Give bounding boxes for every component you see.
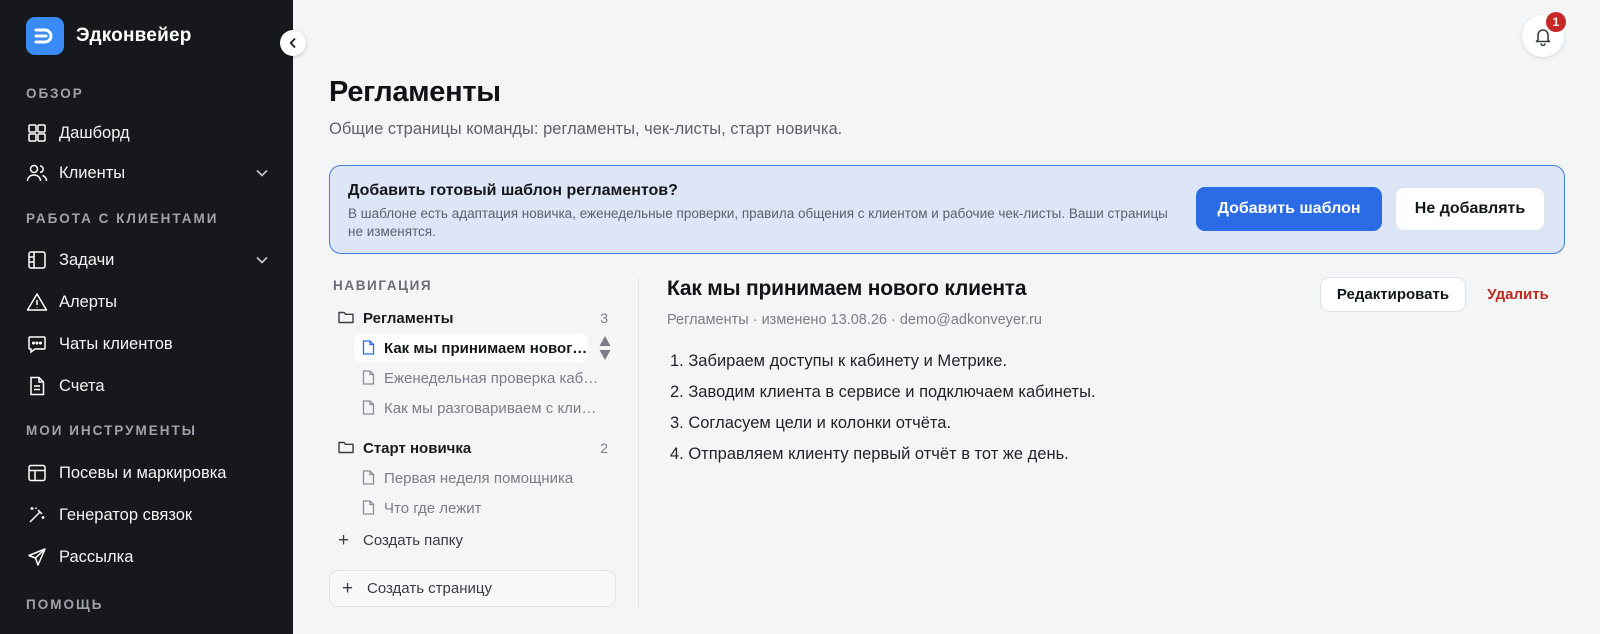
magic-wand-icon xyxy=(26,504,48,526)
sidebar-section-my-tools: МОИ ИНСТРУМЕНТЫ xyxy=(26,423,197,438)
document-icon xyxy=(362,370,376,386)
tree-page-label: Первая неделя помощника xyxy=(384,469,574,487)
alert-triangle-icon xyxy=(26,291,48,313)
document-icon xyxy=(362,340,376,356)
page-subtitle: Общие страницы команды: регламенты, чек-… xyxy=(329,120,843,138)
sidebar-section-help: ПОМОЩЬ xyxy=(26,597,104,612)
brand[interactable]: Эдконвейер xyxy=(26,17,192,55)
create-folder-label: Создать папку xyxy=(363,532,463,549)
brand-logo-icon xyxy=(26,17,64,55)
sidebar-item-label: Генератор связок xyxy=(59,505,193,524)
folder-name: Старт новичка xyxy=(363,439,472,457)
create-folder-button[interactable]: + Создать папку xyxy=(338,529,463,551)
chat-icon xyxy=(26,333,48,355)
chevron-down-icon xyxy=(254,165,270,181)
sidebar-item-alerts[interactable]: Алерты xyxy=(26,285,270,319)
tree-page-item[interactable]: Еженедельная проверка кабинетов xyxy=(354,364,604,392)
reorder-handle[interactable] xyxy=(598,335,612,361)
brand-name: Эдконвейер xyxy=(76,25,192,46)
users-icon xyxy=(26,162,48,184)
sidebar-item-label: Счета xyxy=(59,376,105,395)
folder-count: 3 xyxy=(600,310,608,326)
sidebar-item-mailing[interactable]: Рассылка xyxy=(26,540,270,574)
tree-page-item[interactable]: Что где лежит xyxy=(354,494,604,522)
create-page-label: Создать страницу xyxy=(367,580,492,597)
tree-page-item[interactable]: Как мы разговариваем с клиентом xyxy=(354,394,604,422)
banner-title: Добавить готовый шаблон регламентов? xyxy=(348,182,678,199)
delete-button[interactable]: Удалить xyxy=(1478,277,1558,312)
folder-reglaments[interactable]: Регламенты 3 xyxy=(338,305,608,331)
sidebar-item-label: Клиенты xyxy=(59,163,126,182)
sidebar: Эдконвейер ОБЗОР Дашборд Клиенты РАБОТА … xyxy=(0,0,293,634)
sidebar-item-client-chats[interactable]: Чаты клиентов xyxy=(26,327,270,361)
divider xyxy=(638,278,639,608)
sidebar-item-tasks[interactable]: Задачи xyxy=(26,243,270,277)
sidebar-item-label: Алерты xyxy=(59,292,118,311)
folder-name: Регламенты xyxy=(363,309,454,327)
template-banner: Добавить готовый шаблон регламентов? В ш… xyxy=(329,165,1565,254)
tree-page-label: Еженедельная проверка кабинетов xyxy=(384,369,604,387)
folder-count: 2 xyxy=(600,440,608,456)
dismiss-template-button[interactable]: Не добавлять xyxy=(1395,187,1545,231)
tree-page-label: Как мы принимаем нового клиента xyxy=(384,339,588,357)
page-title: Регламенты xyxy=(329,76,501,108)
layout-icon xyxy=(26,462,48,484)
document-icon xyxy=(362,470,376,486)
sidebar-item-clients[interactable]: Клиенты xyxy=(26,156,270,190)
list-item: 2. Заводим клиента в сервисе и подключае… xyxy=(670,383,1096,401)
document-title: Как мы принимаем нового клиента xyxy=(667,277,1027,300)
list-item: 1. Забираем доступы к кабинету и Метрике… xyxy=(670,352,1008,370)
tree-page-label: Что где лежит xyxy=(384,499,482,517)
chevron-left-icon xyxy=(289,37,296,49)
folder-newcomer-start[interactable]: Старт новичка 2 xyxy=(338,435,608,461)
sidebar-item-dashboard[interactable]: Дашборд xyxy=(26,116,270,150)
document-steps: 1. Забираем доступы к кабинету и Метрике… xyxy=(670,350,1096,474)
sidebar-section-client-work: РАБОТА С КЛИЕНТАМИ xyxy=(26,211,219,226)
send-icon xyxy=(26,546,48,568)
list-item: 4. Отправляем клиенту первый отчёт в тот… xyxy=(670,445,1069,463)
sidebar-item-label: Чаты клиентов xyxy=(59,334,173,353)
tree-page-item[interactable]: Первая неделя помощника xyxy=(354,464,604,492)
tree-page-item[interactable]: Как мы принимаем нового клиента xyxy=(354,334,588,362)
add-template-button[interactable]: Добавить шаблон xyxy=(1196,187,1382,231)
sidebar-item-seeding[interactable]: Посевы и маркировка xyxy=(26,456,270,490)
document-icon xyxy=(362,400,376,416)
plus-icon: + xyxy=(338,529,350,551)
notification-count-badge: 1 xyxy=(1546,12,1566,32)
sidebar-item-label: Рассылка xyxy=(59,547,134,566)
create-page-button[interactable]: + Создать страницу xyxy=(329,570,616,607)
document-meta: Регламенты · изменено 13.08.26 · demo@ad… xyxy=(667,312,1042,328)
sidebar-section-overview: ОБЗОР xyxy=(26,86,84,101)
plus-icon: + xyxy=(342,577,354,599)
edit-button[interactable]: Редактировать xyxy=(1320,277,1466,312)
tasks-icon xyxy=(26,249,48,271)
sidebar-collapse-button[interactable] xyxy=(280,30,306,56)
dashboard-icon xyxy=(26,122,48,144)
list-item: 3. Согласуем цели и колонки отчёта. xyxy=(670,414,952,432)
invoice-icon xyxy=(26,375,48,397)
banner-text: В шаблоне есть адаптация новичка, еженед… xyxy=(348,206,1168,239)
sidebar-item-label: Дашборд xyxy=(59,123,130,142)
document-icon xyxy=(362,500,376,516)
navigation-title: НАВИГАЦИЯ xyxy=(333,278,433,293)
tree-page-label: Как мы разговариваем с клиентом xyxy=(384,399,604,417)
folder-icon xyxy=(338,440,354,456)
sidebar-item-label: Посевы и маркировка xyxy=(59,463,227,482)
sidebar-item-label: Задачи xyxy=(59,250,115,269)
sidebar-item-bundle-generator[interactable]: Генератор связок xyxy=(26,498,270,532)
chevron-down-icon xyxy=(254,252,270,268)
folder-icon xyxy=(338,310,354,326)
sidebar-item-invoices[interactable]: Счета xyxy=(26,369,270,403)
